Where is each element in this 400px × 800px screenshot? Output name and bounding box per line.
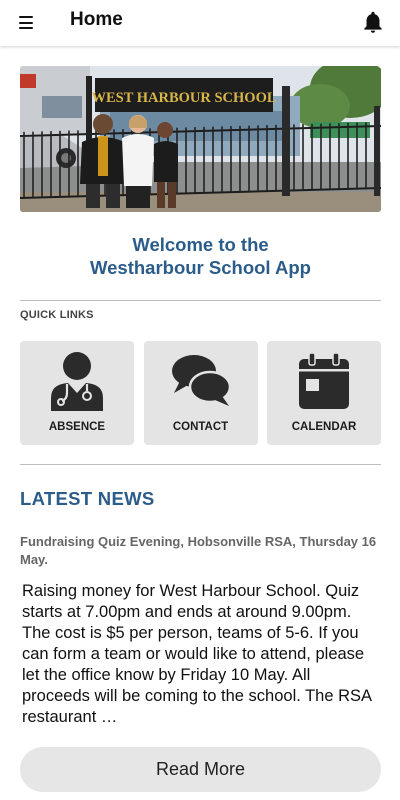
divider xyxy=(20,300,381,301)
welcome-line-2: Westharbour School App xyxy=(90,257,311,278)
quick-links-label: QUICK LINKS xyxy=(20,309,94,321)
page-title: Home xyxy=(70,9,123,30)
welcome-message: Welcome to the Westharbour School App xyxy=(20,233,381,279)
welcome-line-1: Welcome to the xyxy=(132,234,269,255)
hamburger-menu-icon[interactable] xyxy=(14,12,40,34)
latest-news-heading: LATEST NEWS xyxy=(20,488,155,509)
news-item-title[interactable]: Fundraising Quiz Evening, Hobsonville RS… xyxy=(20,533,382,569)
quick-link-absence[interactable]: ABSENCE xyxy=(20,341,134,445)
read-more-button[interactable]: Read More xyxy=(20,747,381,792)
quick-link-label: CALENDAR xyxy=(291,421,357,433)
school-sign-text: WEST HARBOUR SCHOOL xyxy=(91,90,276,106)
quick-link-label: ABSENCE xyxy=(48,421,106,433)
calendar-icon xyxy=(299,352,349,409)
divider xyxy=(20,464,381,465)
quick-link-contact[interactable]: CONTACT xyxy=(143,341,258,445)
news-item-body: Raising money for West Harbour School. Q… xyxy=(22,582,372,726)
app-bar: Home xyxy=(0,0,400,46)
quick-link-calendar[interactable]: CALENDAR xyxy=(267,341,381,445)
bell-icon[interactable] xyxy=(360,9,386,35)
school-hero-image: WEST HARBOUR SCHOOL xyxy=(20,66,381,212)
doctor-icon xyxy=(51,352,103,411)
chat-bubbles-icon xyxy=(171,355,231,406)
quick-link-label: CONTACT xyxy=(172,421,229,433)
quick-links-grid: ABSENCE CONTACT CALENDAR xyxy=(20,341,381,445)
